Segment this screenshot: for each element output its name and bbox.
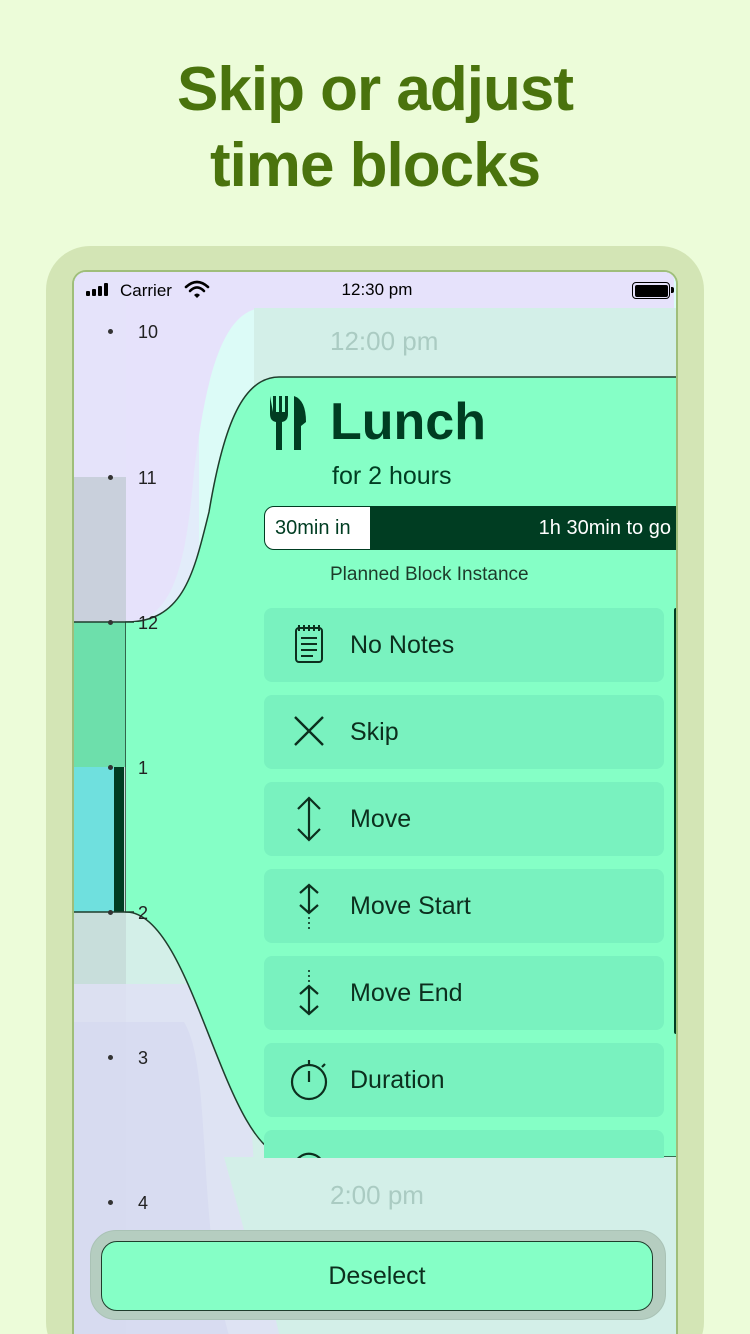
skip-label: Skip bbox=[350, 718, 399, 746]
hour-dot bbox=[108, 910, 113, 915]
deselect-button[interactable]: Deselect bbox=[101, 1241, 653, 1311]
hour-label-2: 2 bbox=[138, 903, 149, 923]
move-end-label: Move End bbox=[350, 979, 463, 1007]
ghost-end-time: 2:00 pm bbox=[330, 1180, 424, 1210]
hour-dot bbox=[108, 1200, 113, 1205]
phone-screen: Carrier 12:30 pm 10 11 12 1 2 3 4 12:00 … bbox=[72, 270, 678, 1334]
move-end-icon bbox=[299, 970, 319, 1016]
hour-dot bbox=[108, 620, 113, 625]
progress-elapsed-label: 30min in bbox=[275, 517, 351, 539]
duration-label: Duration bbox=[350, 1066, 445, 1094]
actions-scrollbar[interactable] bbox=[674, 608, 676, 1034]
move-label: Move bbox=[350, 805, 412, 833]
skip-button[interactable]: Skip bbox=[264, 695, 664, 769]
block-progress-bar: 30min in 1h 30min to go bbox=[264, 506, 676, 550]
hour-label-11: 11 bbox=[138, 468, 157, 488]
notes-icon bbox=[295, 625, 323, 663]
hour-label-12: 12 bbox=[138, 613, 159, 633]
headline-line-2: time blocks bbox=[209, 131, 541, 200]
move-start-button[interactable]: Move Start bbox=[264, 869, 664, 943]
hour-dot bbox=[108, 329, 113, 334]
hour-dot bbox=[108, 765, 113, 770]
headline-line-1: Skip or adjust bbox=[177, 55, 574, 124]
block-actions-list[interactable]: No Notes Skip Move Move Start Move End D… bbox=[264, 608, 664, 1158]
history-icon bbox=[297, 1152, 321, 1158]
no-notes-button[interactable]: No Notes bbox=[264, 608, 664, 682]
duration-button[interactable]: Duration bbox=[264, 1043, 664, 1117]
progress-remaining-label: 1h 30min to go bbox=[538, 517, 671, 539]
ghost-start-time: 12:00 pm bbox=[330, 326, 439, 356]
hour-dot bbox=[108, 475, 113, 480]
move-start-icon bbox=[299, 883, 319, 929]
block-duration: for 2 hours bbox=[332, 462, 452, 490]
hour-dot bbox=[108, 1055, 113, 1060]
deselect-container: Deselect bbox=[90, 1230, 666, 1320]
no-notes-label: No Notes bbox=[350, 631, 455, 659]
hour-label-1: 1 bbox=[138, 758, 149, 778]
close-icon bbox=[294, 716, 324, 746]
battery-icon bbox=[632, 282, 674, 299]
hour-label-4: 4 bbox=[138, 1193, 149, 1213]
move-start-label: Move Start bbox=[350, 892, 471, 920]
status-bar: Carrier 12:30 pm bbox=[74, 272, 676, 308]
hour-label-10: 10 bbox=[138, 322, 159, 342]
history-button[interactable] bbox=[264, 1130, 664, 1158]
move-button[interactable]: Move bbox=[264, 782, 664, 856]
block-title: Lunch bbox=[330, 393, 486, 451]
fork-knife-icon bbox=[270, 396, 306, 450]
status-time: 12:30 pm bbox=[341, 280, 413, 299]
timer-icon bbox=[290, 1060, 328, 1101]
hour-label-3: 3 bbox=[138, 1048, 149, 1068]
block-instance-label: Planned Block Instance bbox=[330, 564, 529, 585]
move-icon bbox=[297, 796, 321, 842]
move-end-button[interactable]: Move End bbox=[264, 956, 664, 1030]
headline: Skip or adjust time blocks bbox=[0, 52, 750, 204]
